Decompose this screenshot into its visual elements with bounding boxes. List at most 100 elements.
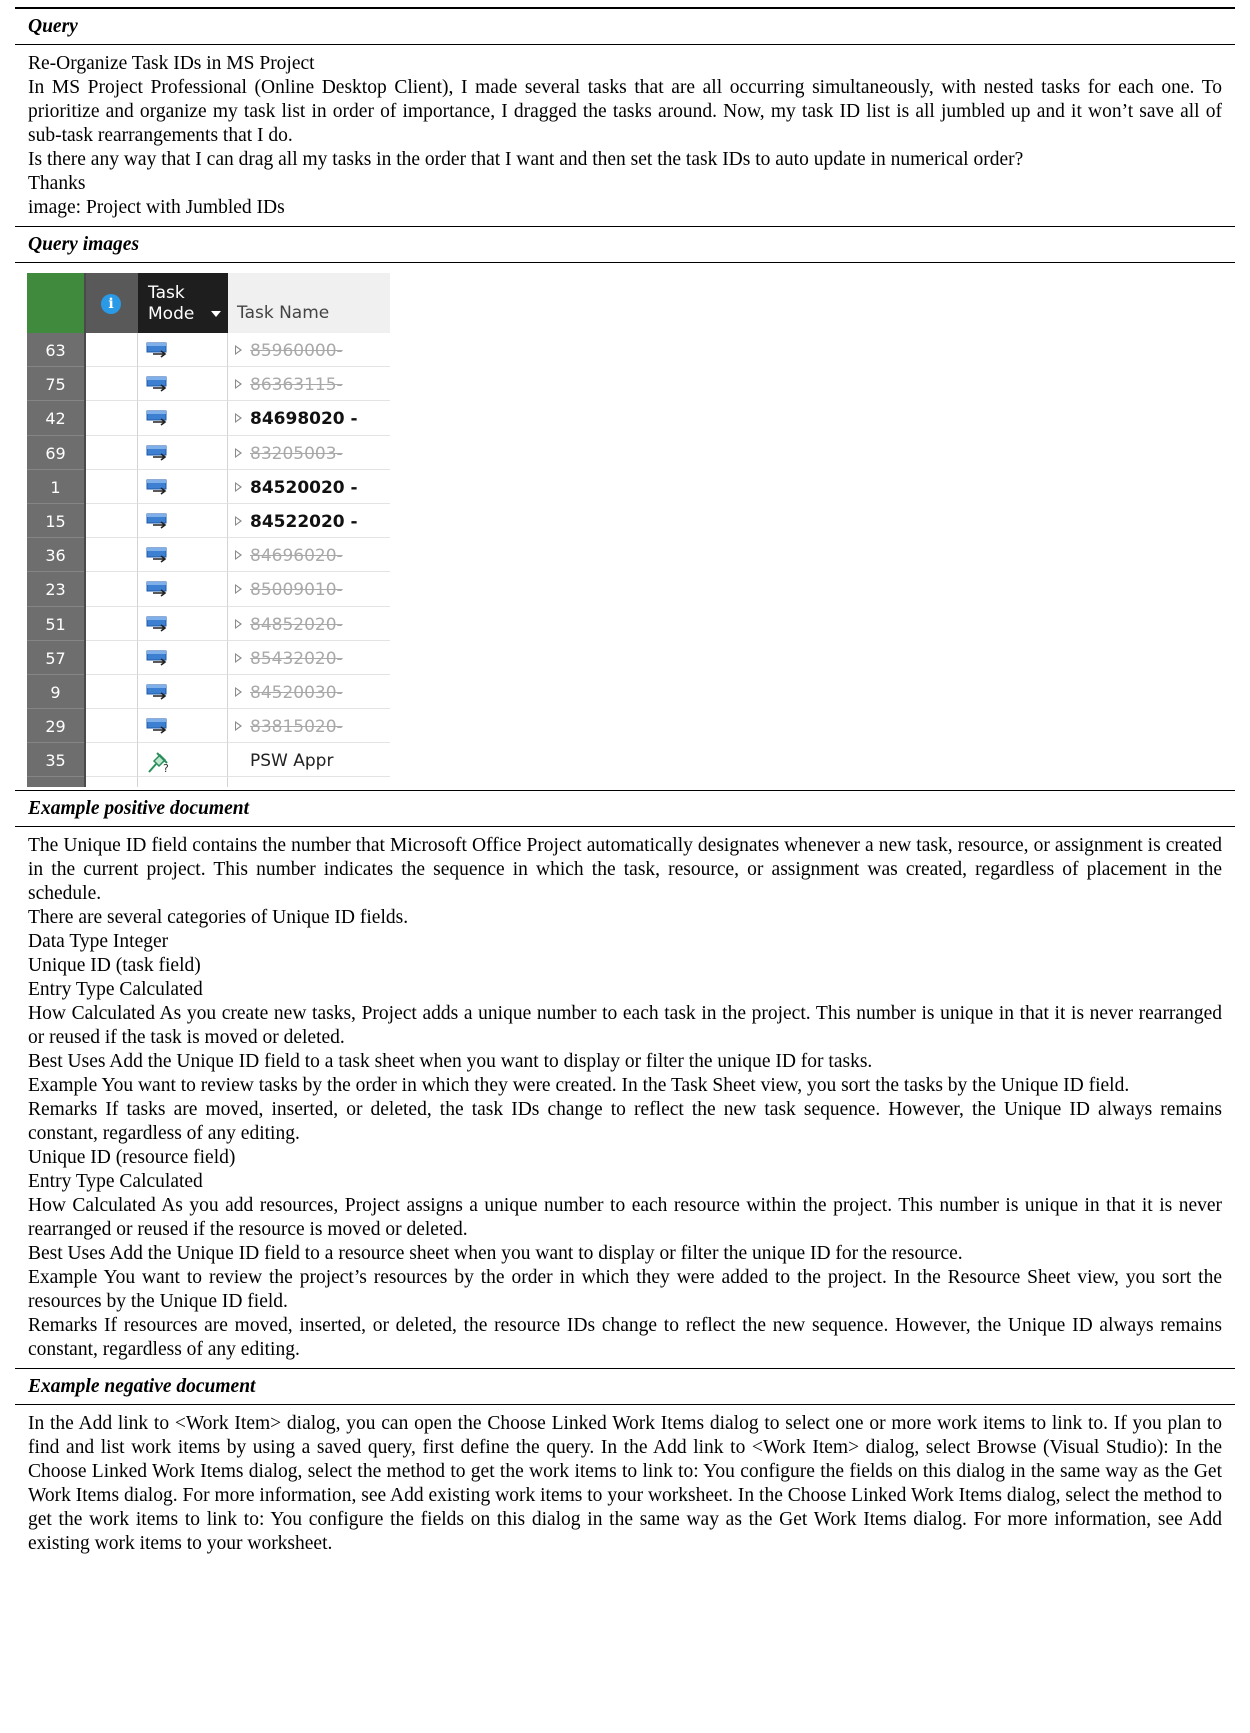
task-row[interactable]: 57 85432020-: [27, 640, 390, 675]
task-row[interactable]: 75 86363115-: [27, 367, 390, 402]
query-heading: Query: [28, 16, 78, 37]
task-mode-cell[interactable]: [138, 640, 228, 675]
grid-rows: 63 85960000- 75 86363115- 42 84698020 - 69 8320…: [27, 333, 390, 788]
task-id-cell[interactable]: 9: [27, 674, 84, 710]
task-mode-cell[interactable]: [138, 572, 228, 607]
task-name-cell[interactable]: 84522020 -: [228, 503, 390, 539]
grid-header: i Task Mode Task Name: [27, 273, 390, 334]
expand-triangle-icon[interactable]: [235, 515, 242, 526]
expand-triangle-icon[interactable]: [235, 550, 242, 561]
task-name-cell[interactable]: 86363115-: [228, 367, 390, 402]
task-id-cell[interactable]: 51: [27, 606, 84, 641]
task-mode-cell[interactable]: [138, 367, 228, 402]
expand-triangle-icon[interactable]: [235, 379, 242, 390]
task-name-cell[interactable]: 84698020 -: [228, 401, 390, 436]
task-id-cell[interactable]: 63: [27, 333, 84, 368]
task-row[interactable]: 15 84522020 -: [27, 503, 390, 539]
expand-triangle-icon[interactable]: [235, 584, 242, 595]
query-paragraph: Thanks: [28, 173, 86, 194]
expand-triangle-icon[interactable]: [235, 721, 242, 732]
expand-triangle-icon[interactable]: [235, 481, 242, 492]
task-name-cell[interactable]: 84852020-: [228, 606, 390, 641]
task-row[interactable]: 29 83815020-: [27, 709, 390, 744]
task-id-cell[interactable]: 75: [27, 367, 84, 402]
positive-line: Unique ID (task field): [28, 955, 201, 976]
ms-project-grid-screenshot: i Task Mode Task Name 63 85960000- 75 86363…: [27, 273, 390, 789]
task-name-cell[interactable]: PSW Appr: [228, 743, 390, 778]
query-image-wrapper: i Task Mode Task Name 63 85960000- 75 86363…: [15, 263, 1235, 790]
id-column-header[interactable]: [27, 273, 84, 333]
task-mode-column-header[interactable]: Task Mode: [138, 273, 228, 333]
chevron-down-icon[interactable]: [211, 311, 221, 317]
task-name-cell[interactable]: 84696020-: [228, 538, 390, 573]
task-id-cell[interactable]: 57: [27, 640, 84, 675]
task-id-cell[interactable]: 23: [27, 572, 84, 607]
query-paragraph: Is there any way that I can drag all my …: [28, 149, 1024, 170]
task-row[interactable]: 63 85960000-: [27, 333, 390, 368]
task-id-cell: [27, 777, 84, 788]
task-name-text: 86363115-: [250, 375, 343, 396]
task-mode-cell[interactable]: [138, 401, 228, 436]
task-id-cell[interactable]: 29: [27, 709, 84, 744]
task-row[interactable]: 23 85009010-: [27, 572, 390, 607]
task-name-text: 85009010-: [250, 580, 343, 601]
task-name-cell[interactable]: 84520030-: [228, 674, 390, 710]
task-mode-cell[interactable]: [138, 469, 228, 504]
task-name-cell[interactable]: 84520020 -: [228, 469, 390, 504]
task-mode-cell[interactable]: [138, 503, 228, 539]
expand-triangle-icon[interactable]: [235, 345, 242, 355]
task-mode-cell[interactable]: [138, 674, 228, 710]
task-mode-cell[interactable]: [138, 709, 228, 744]
task-id-cell[interactable]: 35: [27, 743, 84, 778]
task-row[interactable]: 9 84520030-: [27, 674, 390, 710]
task-mode-cell[interactable]: [138, 435, 228, 470]
task-name-text: 84852020-: [250, 614, 343, 635]
info-icon: i: [101, 294, 121, 314]
task-mode-cell[interactable]: [138, 333, 228, 368]
task-name-cell[interactable]: 83815020-: [228, 709, 390, 744]
task-row[interactable]: 36 84696020-: [27, 538, 390, 573]
positive-line: Best Uses Add the Unique ID field to a t…: [28, 1051, 873, 1072]
task-id-cell[interactable]: 42: [27, 401, 84, 436]
task-name-cell[interactable]: 85432020-: [228, 640, 390, 675]
task-name-cell[interactable]: 85009010-: [228, 572, 390, 607]
task-name-cell[interactable]: 83205003-: [228, 435, 390, 470]
expand-triangle-icon[interactable]: [235, 447, 242, 458]
task-row[interactable]: 1 84520020 -: [27, 469, 390, 504]
expand-triangle-icon[interactable]: [235, 686, 242, 697]
positive-line: Remarks If resources are moved, inserted…: [28, 1315, 1222, 1360]
task-name-text: 83815020-: [250, 717, 343, 738]
auto-scheduled-icon: [146, 718, 170, 736]
task-mode-cell[interactable]: [138, 606, 228, 641]
query-title: Re-Organize Task IDs in MS Project: [28, 53, 315, 74]
indicator-cell: [86, 367, 138, 402]
positive-line: Example You want to review the project’s…: [28, 1267, 1222, 1312]
auto-scheduled-icon: [146, 616, 170, 634]
task-row[interactable]: 69 83205003-: [27, 435, 390, 470]
task-row[interactable]: 42 84698020 -: [27, 401, 390, 436]
task-mode-cell[interactable]: [138, 538, 228, 573]
indicators-column-header[interactable]: i: [86, 273, 138, 333]
positive-line: Remarks If tasks are moved, inserted, or…: [28, 1099, 1222, 1144]
task-id-cell[interactable]: 69: [27, 435, 84, 470]
task-id-cell[interactable]: 36: [27, 538, 84, 573]
task-id-cell[interactable]: 15: [27, 503, 84, 539]
indicator-cell: [86, 777, 138, 788]
task-row[interactable]: 35? PSW Appr: [27, 743, 390, 778]
task-row[interactable]: 51 84852020-: [27, 606, 390, 641]
task-name-text: 85960000-: [250, 341, 343, 361]
indicator-cell: [86, 333, 138, 368]
task-name-cell[interactable]: 85960000-: [228, 333, 390, 368]
task-mode-cell[interactable]: ?: [138, 743, 228, 778]
positive-heading: Example positive document: [28, 798, 249, 819]
task-name-text: 84522020 -: [250, 511, 358, 532]
task-name-text: PSW Appr: [250, 751, 334, 772]
indicator-cell: [86, 743, 138, 778]
task-name-column-header[interactable]: Task Name: [228, 273, 390, 334]
expand-triangle-icon[interactable]: [235, 413, 242, 424]
negative-body: In the Add link to <Work Item> dialog, y…: [15, 1405, 1235, 1562]
expand-triangle-icon[interactable]: [235, 652, 242, 663]
expand-triangle-icon[interactable]: [235, 618, 242, 629]
positive-line: How Calculated As you add resources, Pro…: [28, 1195, 1222, 1240]
task-id-cell[interactable]: 1: [27, 469, 84, 504]
